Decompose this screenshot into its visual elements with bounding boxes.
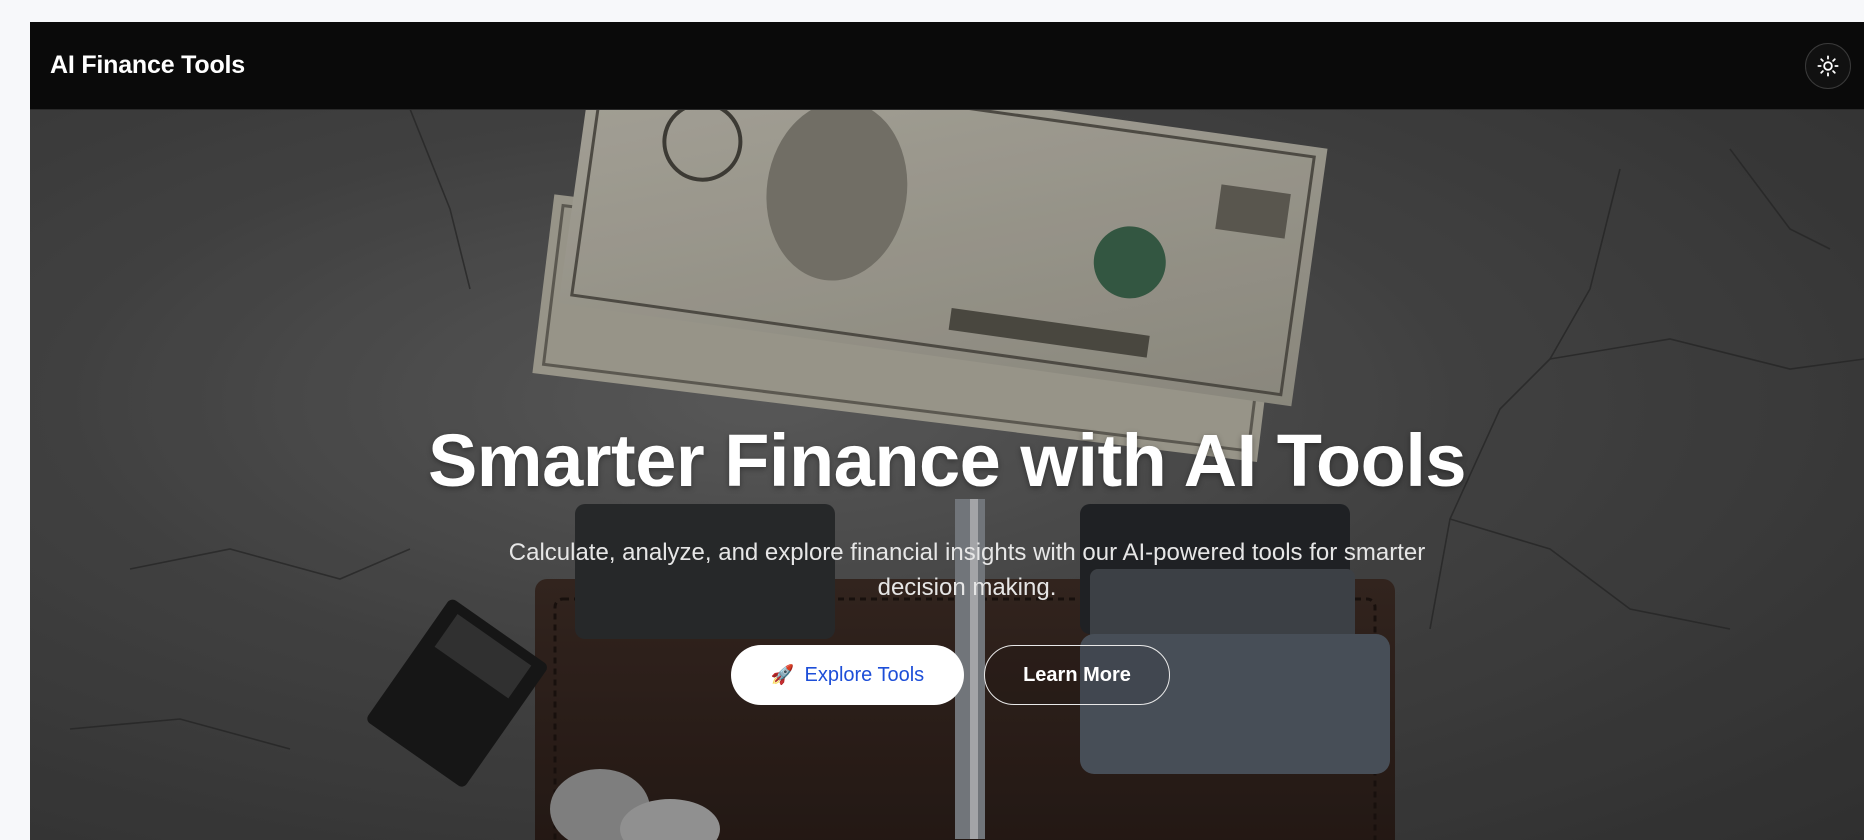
hero-title: Smarter Finance with AI Tools <box>427 419 1467 502</box>
learn-more-button[interactable]: Learn More <box>984 645 1170 705</box>
hero-content: Smarter Finance with AI Tools Calculate,… <box>30 109 1864 840</box>
hero-section: Smarter Finance with AI Tools Calculate,… <box>30 109 1864 840</box>
sun-icon <box>1817 55 1839 77</box>
explore-tools-label: Explore Tools <box>804 663 925 686</box>
explore-tools-button[interactable]: 🚀 Explore Tools <box>731 645 964 705</box>
brand-logo[interactable]: AI Finance Tools <box>50 22 245 109</box>
theme-toggle-button[interactable] <box>1805 43 1851 89</box>
app-frame: AI Finance Tools Smarter Finance with AI… <box>30 22 1864 840</box>
hero-subtitle: Calculate, analyze, and explore financia… <box>508 539 1426 601</box>
navbar: AI Finance Tools <box>30 22 1864 110</box>
rocket-icon: 🚀 <box>770 665 795 686</box>
learn-more-label: Learn More <box>1023 663 1131 686</box>
